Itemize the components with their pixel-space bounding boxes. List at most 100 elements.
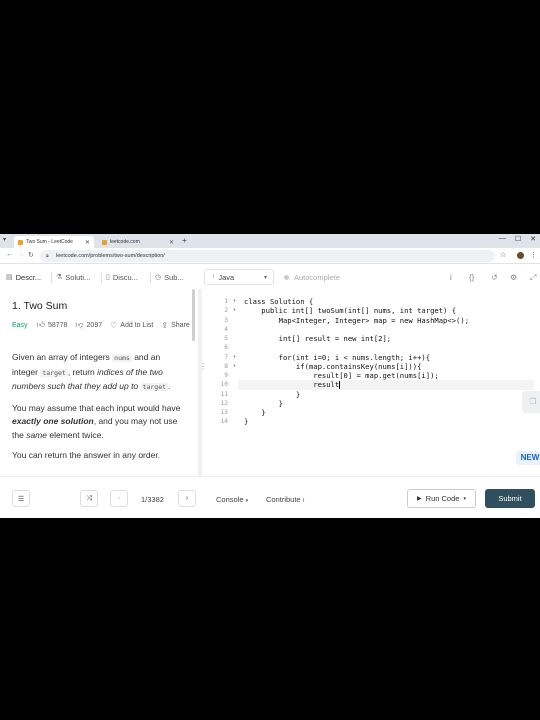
like-button[interactable]: 👍︎ 58778 xyxy=(37,320,68,330)
fold-chevron-icon[interactable]: ▾ xyxy=(233,306,236,315)
run-code-button[interactable]: ▶ Run Code ▾ xyxy=(407,489,476,508)
text: Given an array of integers xyxy=(12,352,113,362)
braces-icon[interactable]: {} xyxy=(469,273,474,282)
code-text: public int[] twoSum(int[] nums, int targ… xyxy=(244,306,457,316)
fullscreen-icon[interactable]: ⤢ xyxy=(530,273,536,283)
shuffle-icon: ⤨ xyxy=(86,494,92,502)
problem-list-button[interactable]: ☰ xyxy=(12,490,30,507)
code-text: int[] result = new int[2]; xyxy=(244,334,392,343)
info-icon: i xyxy=(213,274,215,280)
forward-icon[interactable]: → xyxy=(17,251,24,258)
add-to-list-button[interactable]: ♡ Add to List xyxy=(110,321,153,330)
browser-tab-two-sum[interactable]: Two Sum - LeetCode ✕ xyxy=(14,236,94,248)
settings-icon[interactable]: ⚙ xyxy=(510,273,517,282)
lock-icon: 🔒︎ xyxy=(46,253,49,259)
share-icon: ⇪ xyxy=(161,320,169,330)
submit-button[interactable]: Submit xyxy=(485,489,535,508)
inline-code: nums xyxy=(112,354,132,362)
code-line[interactable]: class Solution { xyxy=(244,297,534,306)
chevron-right-icon: › xyxy=(185,495,189,502)
code-text: for(int i=0; i < nums.length; i++){ xyxy=(244,352,431,362)
menu-kebab-icon[interactable]: ⋮ xyxy=(530,251,537,259)
tab-label: Discu... xyxy=(112,272,138,282)
console-label: Console xyxy=(216,495,244,504)
info-icon: i xyxy=(302,498,305,504)
thumbs-up-icon: 👍︎ xyxy=(36,320,45,329)
code-line[interactable] xyxy=(244,343,534,352)
share-button[interactable]: ⇪ Share xyxy=(161,321,189,330)
code-line[interactable]: public int[] twoSum(int[] nums, int targ… xyxy=(244,306,534,315)
avatar[interactable] xyxy=(517,252,524,259)
dislike-button[interactable]: 👎︎ 2097 xyxy=(75,320,102,330)
leetcode-favicon-icon xyxy=(18,239,23,245)
reload-icon[interactable]: ↻ xyxy=(28,251,34,259)
contribute-button[interactable]: Contribute i xyxy=(266,495,304,504)
close-tab-icon[interactable]: ✕ xyxy=(85,239,90,246)
line-number: 14 xyxy=(220,418,228,426)
code-line[interactable]: } xyxy=(244,390,534,399)
line-number: 6 xyxy=(224,344,228,352)
add-to-list-label: Add to List xyxy=(120,321,154,329)
code-line[interactable]: for(int i=0; i < nums.length; i++){ xyxy=(244,353,534,362)
tab-description[interactable]: ▤ Descr... xyxy=(6,269,41,285)
code-line[interactable]: int[] result = new int[2]; xyxy=(244,334,534,343)
browser-tab-leetcode[interactable]: leetcode.com ✕ xyxy=(98,236,178,248)
description-paragraph: You may assume that each input would hav… xyxy=(12,402,186,443)
divider xyxy=(101,273,102,283)
code-editor[interactable]: 1 ▾ 2 ▾ 3 4 5 6 7 ▾ 8 ▾ 9 10 11 12 13 14 class Solution {… xyxy=(204,289,540,476)
code-line[interactable]: if(map.containsKey(nums[i])){ xyxy=(244,362,534,371)
code-line[interactable]: result[0] = map.get(nums[i]); xyxy=(244,371,534,380)
shuffle-button[interactable]: ⤨ xyxy=(80,490,98,507)
console-button[interactable]: Console ▾ xyxy=(216,495,248,504)
maximize-icon[interactable]: ☐ xyxy=(515,235,521,243)
autocomplete-toggle[interactable]: Autocomplete xyxy=(284,269,340,285)
code-line[interactable]: } xyxy=(244,417,534,426)
share-label: Share xyxy=(171,321,190,329)
code-line[interactable] xyxy=(244,325,534,334)
description-panel: 1. Two Sum Easy 👍︎ 58778 👎︎ 2097 ♡ Add t… xyxy=(0,289,196,476)
window-controls: — ☐ ✕ xyxy=(499,235,536,243)
text: element twice. xyxy=(46,429,104,440)
tab-label: Descr... xyxy=(15,272,42,282)
copy-icon[interactable]: ❐ xyxy=(522,391,540,413)
panel-divider[interactable] xyxy=(198,289,202,476)
reset-icon[interactable]: ↺ xyxy=(491,273,498,282)
fold-chevron-icon[interactable]: ▾ xyxy=(233,362,236,371)
tab-discussion[interactable]: ▯ Discu... xyxy=(106,269,138,285)
tab-submissions[interactable]: ◷ Sub... xyxy=(155,269,184,285)
scrollbar[interactable] xyxy=(192,289,195,341)
close-window-icon[interactable]: ✕ xyxy=(530,235,536,243)
difficulty-badge: Easy xyxy=(12,321,28,329)
extensions-icon[interactable]: ☆ xyxy=(500,251,506,259)
toggle-dot-icon xyxy=(284,274,289,280)
code-text: } xyxy=(244,398,283,408)
minimize-icon[interactable]: — xyxy=(499,235,506,243)
tab-label: Sub... xyxy=(164,272,184,282)
code-text: Map<Integer, Integer> map = new HashMap<… xyxy=(244,315,470,325)
info-icon[interactable]: i xyxy=(450,273,452,282)
prev-problem-button[interactable]: ‹ xyxy=(110,490,128,507)
fold-chevron-icon[interactable]: ▾ xyxy=(233,297,236,306)
url-input[interactable]: 🔒︎ leetcode.com/problems/two-sum/descrip… xyxy=(40,250,495,262)
tab-solutions[interactable]: ⚗ Soluti... xyxy=(56,269,90,285)
language-select[interactable]: i Java ▾ xyxy=(204,269,274,285)
code-line[interactable]: Map<Integer, Integer> map = new HashMap<… xyxy=(244,316,534,325)
autocomplete-label: Autocomplete xyxy=(294,272,340,282)
plus-icon[interactable]: + xyxy=(182,236,187,246)
text: , return xyxy=(67,366,98,377)
code-line[interactable]: result xyxy=(238,380,534,390)
back-icon[interactable]: ← xyxy=(6,251,13,258)
text: You may assume that each input would hav… xyxy=(12,402,181,413)
code-line[interactable]: } xyxy=(244,399,534,408)
line-number: 2 ▾ xyxy=(224,306,236,315)
tab-label: Soluti... xyxy=(65,272,91,282)
close-tab-icon[interactable]: ✕ xyxy=(169,239,174,246)
code-area[interactable]: class Solution { public int[] twoSum(int… xyxy=(238,297,534,427)
next-problem-button[interactable]: › xyxy=(178,490,196,507)
tab-list-icon[interactable]: ▾ xyxy=(3,236,6,243)
url-text: leetcode.com/problems/two-sum/descriptio… xyxy=(56,253,165,259)
new-badge[interactable]: NEW xyxy=(516,451,540,465)
description-paragraph: You can return the answer in any order. xyxy=(12,450,161,460)
code-line[interactable]: } xyxy=(244,408,534,417)
fold-chevron-icon[interactable]: ▾ xyxy=(233,353,236,362)
